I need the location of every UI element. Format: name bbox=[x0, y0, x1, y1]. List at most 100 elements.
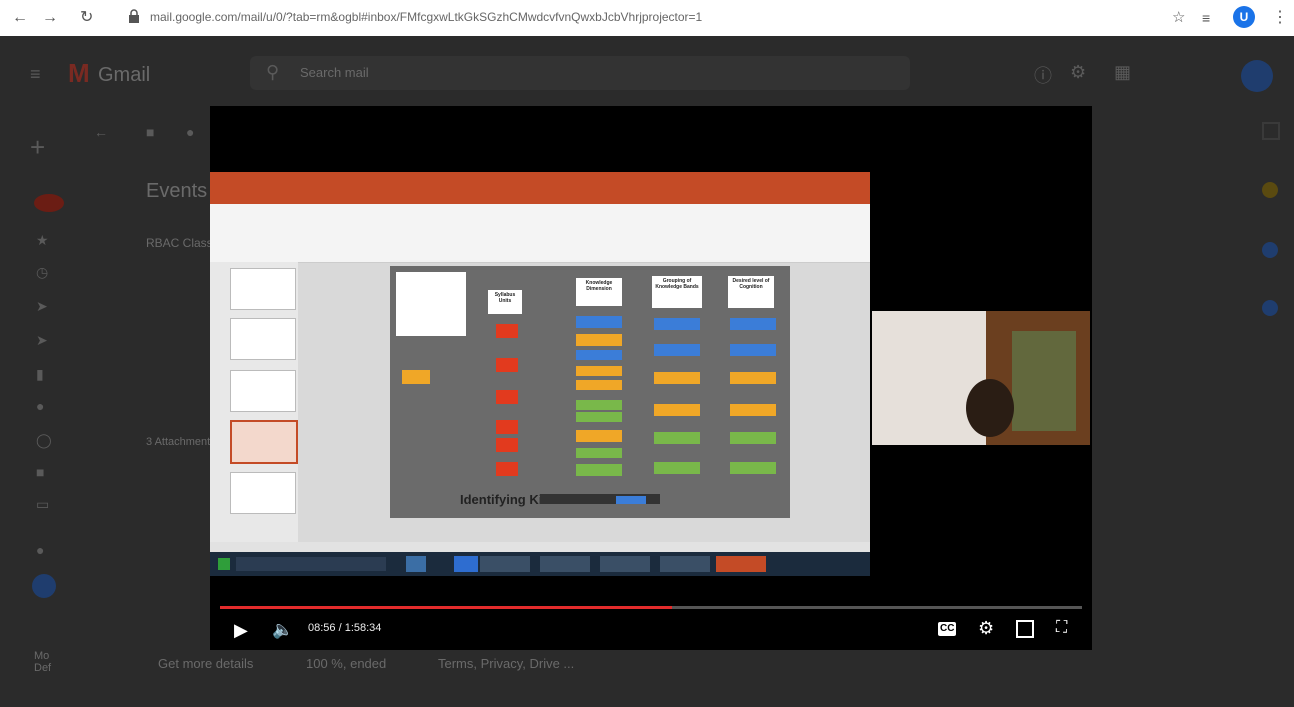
settings-icon[interactable]: ⚙ bbox=[1070, 62, 1086, 83]
side-panel-icon[interactable] bbox=[1262, 122, 1280, 140]
settings-gear-icon[interactable]: ⚙ bbox=[978, 618, 994, 638]
video-nav-icon[interactable]: ■ bbox=[36, 464, 44, 480]
sent-nav-icon[interactable]: ➤ bbox=[36, 332, 48, 349]
label-nav-icon[interactable]: ➤ bbox=[36, 298, 48, 315]
webcam-window bbox=[1012, 331, 1076, 431]
attachments-label: 3 Attachments bbox=[146, 436, 216, 448]
taskbar-window bbox=[660, 556, 710, 572]
search-input[interactable]: Search mail bbox=[300, 65, 369, 80]
account-avatar[interactable] bbox=[1241, 60, 1273, 92]
slide-image bbox=[396, 272, 466, 336]
fullscreen-icon[interactable]: ⛶ bbox=[1056, 618, 1067, 638]
grouping-box bbox=[654, 344, 700, 356]
taskbar-app-icon bbox=[406, 556, 426, 572]
browser-address-bar: ← → ↻ mail.google.com/mail/u/0/?tab=rm&o… bbox=[0, 0, 1294, 36]
reload-icon[interactable]: ↻ bbox=[80, 8, 93, 28]
compose-icon[interactable]: + bbox=[30, 132, 45, 163]
calendar-addon-icon[interactable] bbox=[1262, 182, 1278, 198]
gmail-logo: M bbox=[68, 58, 90, 88]
back-icon[interactable]: ← bbox=[12, 8, 28, 28]
forward-icon[interactable]: → bbox=[42, 8, 58, 28]
url-text[interactable]: mail.google.com/mail/u/0/?tab=rm&ogbl#in… bbox=[150, 10, 702, 24]
sender-name: RBAC Class bbox=[146, 236, 213, 250]
knowledge-box bbox=[576, 464, 622, 476]
miniplayer-icon[interactable] bbox=[1016, 620, 1034, 638]
more-nav-icon[interactable]: ● bbox=[36, 398, 44, 414]
slide-thumbnail bbox=[230, 318, 296, 360]
clock-nav-icon[interactable]: ◷ bbox=[36, 264, 48, 281]
slide-thumbnail bbox=[230, 472, 296, 514]
column-head: Desired level of Cognition bbox=[728, 276, 774, 308]
back-to-inbox-icon[interactable]: ← bbox=[94, 124, 108, 140]
chat-nav-icon[interactable]: ● bbox=[36, 542, 44, 558]
ppt-tabs bbox=[210, 190, 870, 204]
unit-box bbox=[496, 324, 518, 338]
knowledge-box bbox=[576, 412, 622, 422]
drafts-nav-icon[interactable]: ▮ bbox=[36, 366, 44, 383]
taskbar-search bbox=[236, 557, 386, 571]
keep-addon-icon[interactable] bbox=[1262, 242, 1278, 258]
webcam-feed bbox=[872, 311, 1090, 445]
column-head: Grouping of Knowledge Bands bbox=[652, 276, 702, 308]
keyboard-nav-icon[interactable]: ▭ bbox=[36, 496, 49, 513]
video-player[interactable]: Syllabus Units Knowledge Dimension Group… bbox=[210, 106, 1092, 650]
media-control-icon[interactable]: ≡ bbox=[1202, 8, 1210, 28]
webcam-person bbox=[966, 379, 1014, 437]
bottom-link[interactable]: Get more details bbox=[158, 656, 253, 671]
knowledge-box bbox=[576, 350, 622, 360]
apps-icon[interactable]: ▦ bbox=[1114, 62, 1131, 83]
unit-box bbox=[496, 438, 518, 452]
cognition-box bbox=[730, 344, 776, 356]
profile-avatar[interactable]: U bbox=[1233, 6, 1255, 28]
unit-box bbox=[496, 420, 518, 434]
subject-label: Events bbox=[146, 180, 208, 202]
column-head: Syllabus Units bbox=[488, 290, 522, 314]
video-frame[interactable]: Syllabus Units Knowledge Dimension Group… bbox=[210, 106, 1092, 596]
knowledge-box bbox=[576, 380, 622, 390]
chat-avatar[interactable] bbox=[32, 574, 56, 598]
shared-screen: Syllabus Units Knowledge Dimension Group… bbox=[210, 172, 870, 576]
time-display: 08:56 / 1:58:34 bbox=[308, 622, 382, 634]
star-nav-icon[interactable]: ★ bbox=[36, 232, 49, 249]
archive-icon[interactable]: ■ bbox=[146, 124, 154, 140]
bottom-link[interactable]: Terms, Privacy, Drive ... bbox=[438, 656, 574, 671]
gmail-app-name: Gmail bbox=[98, 64, 151, 86]
report-icon[interactable]: ● bbox=[186, 124, 194, 140]
bottom-link: 100 %, ended bbox=[306, 656, 387, 671]
tasks-addon-icon[interactable] bbox=[1262, 300, 1278, 316]
knowledge-box bbox=[576, 448, 622, 458]
unit-box bbox=[496, 390, 518, 404]
star-icon[interactable]: ☆ bbox=[1172, 8, 1185, 28]
course-box bbox=[402, 370, 430, 384]
ppt-status-bar bbox=[210, 542, 870, 552]
volume-icon[interactable]: 🔈 bbox=[272, 620, 293, 640]
hamburger-icon[interactable]: ≡ bbox=[30, 64, 41, 85]
lock-icon bbox=[129, 9, 139, 23]
knowledge-box bbox=[576, 316, 622, 328]
cognition-box bbox=[730, 372, 776, 384]
taskbar-window bbox=[480, 556, 530, 572]
play-icon[interactable]: ▶ bbox=[234, 620, 248, 640]
start-icon bbox=[218, 558, 230, 570]
inbox-badge-icon[interactable] bbox=[34, 194, 64, 212]
search-icon: ⚲ bbox=[266, 62, 280, 82]
taskbar-window bbox=[600, 556, 650, 572]
captions-icon[interactable]: CC bbox=[938, 622, 957, 636]
taskbar-window bbox=[540, 556, 590, 572]
knowledge-box bbox=[576, 334, 622, 346]
help-icon[interactable]: ⓘ bbox=[1034, 62, 1052, 88]
search-box[interactable]: ⚲ Search mail bbox=[250, 56, 910, 90]
sidebar-more-label: Mo Def bbox=[34, 650, 52, 674]
slide-thumbnail-selected bbox=[230, 420, 298, 464]
cognition-box bbox=[730, 404, 776, 416]
slide-canvas: Syllabus Units Knowledge Dimension Group… bbox=[390, 266, 790, 518]
ppt-title-bar bbox=[210, 172, 870, 190]
slide-thumbnails bbox=[210, 262, 298, 542]
meet-nav-icon[interactable]: ◯ bbox=[36, 432, 52, 449]
grouping-box bbox=[654, 372, 700, 384]
slide-thumbnail bbox=[230, 268, 296, 310]
menu-icon[interactable]: ⋮ bbox=[1272, 8, 1288, 28]
column-head: Knowledge Dimension bbox=[576, 278, 622, 306]
unit-box bbox=[496, 358, 518, 372]
taskbar-app-icon bbox=[454, 556, 478, 572]
